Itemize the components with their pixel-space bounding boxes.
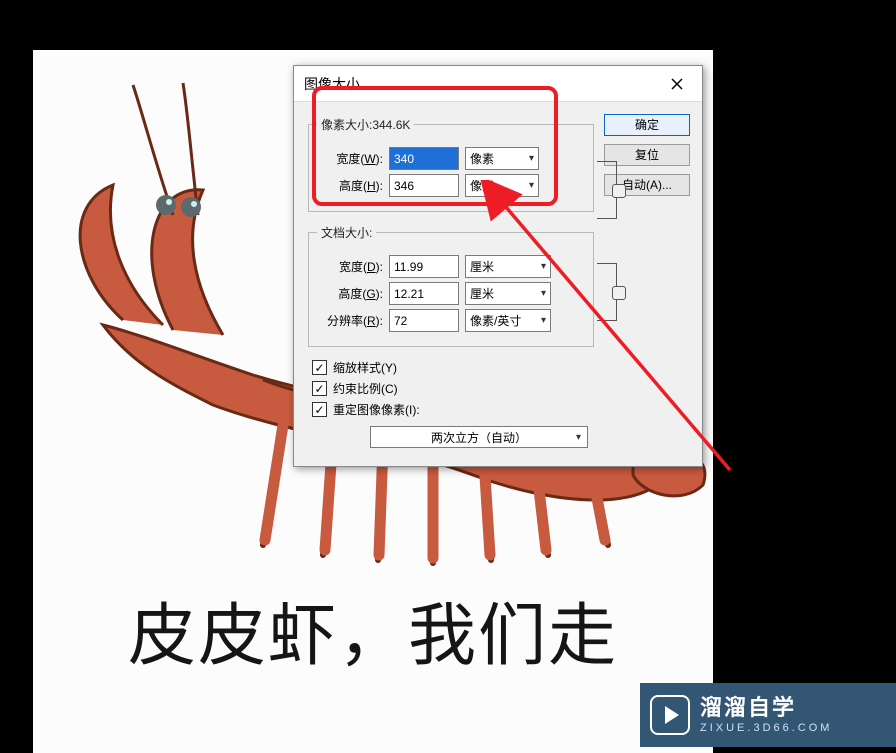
height-label: 高度(H): [317, 177, 383, 194]
checkbox-icon[interactable] [312, 360, 327, 375]
document-size-fieldset: 文档大小: 宽度(D): 厘米▾ 高度(G): 厘米▾ 分辨率(R): 像素/英… [308, 224, 594, 347]
doc-legend: 文档大小: [317, 224, 376, 241]
chevron-down-icon: ▾ [541, 288, 546, 299]
link-icon[interactable] [597, 263, 617, 321]
doc-width-unit-select[interactable]: 厘米▾ [465, 255, 551, 278]
doc-height-input[interactable] [389, 282, 459, 305]
play-icon [650, 695, 690, 735]
pixel-height-input[interactable] [389, 174, 459, 197]
doc-height-label: 高度(G): [317, 285, 383, 302]
watermark: 溜溜自学 ZIXUE.3D66.COM [640, 683, 896, 747]
checkbox-icon[interactable] [312, 381, 327, 396]
resolution-unit-select[interactable]: 像素/英寸▾ [465, 309, 551, 332]
chevron-down-icon: ▾ [529, 180, 534, 191]
doc-height-unit-select[interactable]: 厘米▾ [465, 282, 551, 305]
resolution-label: 分辨率(R): [317, 312, 383, 329]
chevron-down-icon: ▾ [541, 261, 546, 272]
meme-caption: 皮皮虾，我们走 [33, 580, 713, 679]
close-icon[interactable] [662, 69, 692, 99]
pixel-height-unit-select[interactable]: 像素▾ [465, 174, 539, 197]
chevron-down-icon: ▾ [576, 432, 581, 443]
resolution-input[interactable] [389, 309, 459, 332]
doc-width-input[interactable] [389, 255, 459, 278]
chevron-down-icon: ▾ [541, 315, 546, 326]
width-label: 宽度(W): [317, 150, 383, 167]
link-icon[interactable] [597, 161, 617, 219]
resample-method-select[interactable]: 两次立方（自动） ▾ [370, 426, 588, 448]
ok-button[interactable]: 确定 [604, 114, 690, 136]
pixel-legend: 像素大小:344.6K [317, 116, 414, 133]
doc-width-label: 宽度(D): [317, 258, 383, 275]
pixel-width-unit-select[interactable]: 像素▾ [465, 147, 539, 170]
dialog-titlebar[interactable]: 图像大小 [294, 66, 702, 102]
checkbox-icon[interactable] [312, 402, 327, 417]
constrain-proportions-checkbox-row[interactable]: 约束比例(C) [312, 380, 690, 397]
image-size-dialog: 图像大小 确定 复位 自动(A)... 像素大小:344.6K 宽度(W): 像… [293, 65, 703, 467]
dialog-title: 图像大小 [304, 74, 662, 94]
watermark-url: ZIXUE.3D66.COM [700, 722, 832, 735]
chevron-down-icon: ▾ [529, 153, 534, 164]
resample-checkbox-row[interactable]: 重定图像像素(I): [312, 401, 690, 418]
pixel-width-input[interactable] [389, 147, 459, 170]
watermark-name: 溜溜自学 [700, 695, 832, 721]
scale-styles-checkbox-row[interactable]: 缩放样式(Y) [312, 359, 690, 376]
pixel-size-fieldset: 像素大小:344.6K 宽度(W): 像素▾ 高度(H): 像素▾ [308, 116, 594, 212]
